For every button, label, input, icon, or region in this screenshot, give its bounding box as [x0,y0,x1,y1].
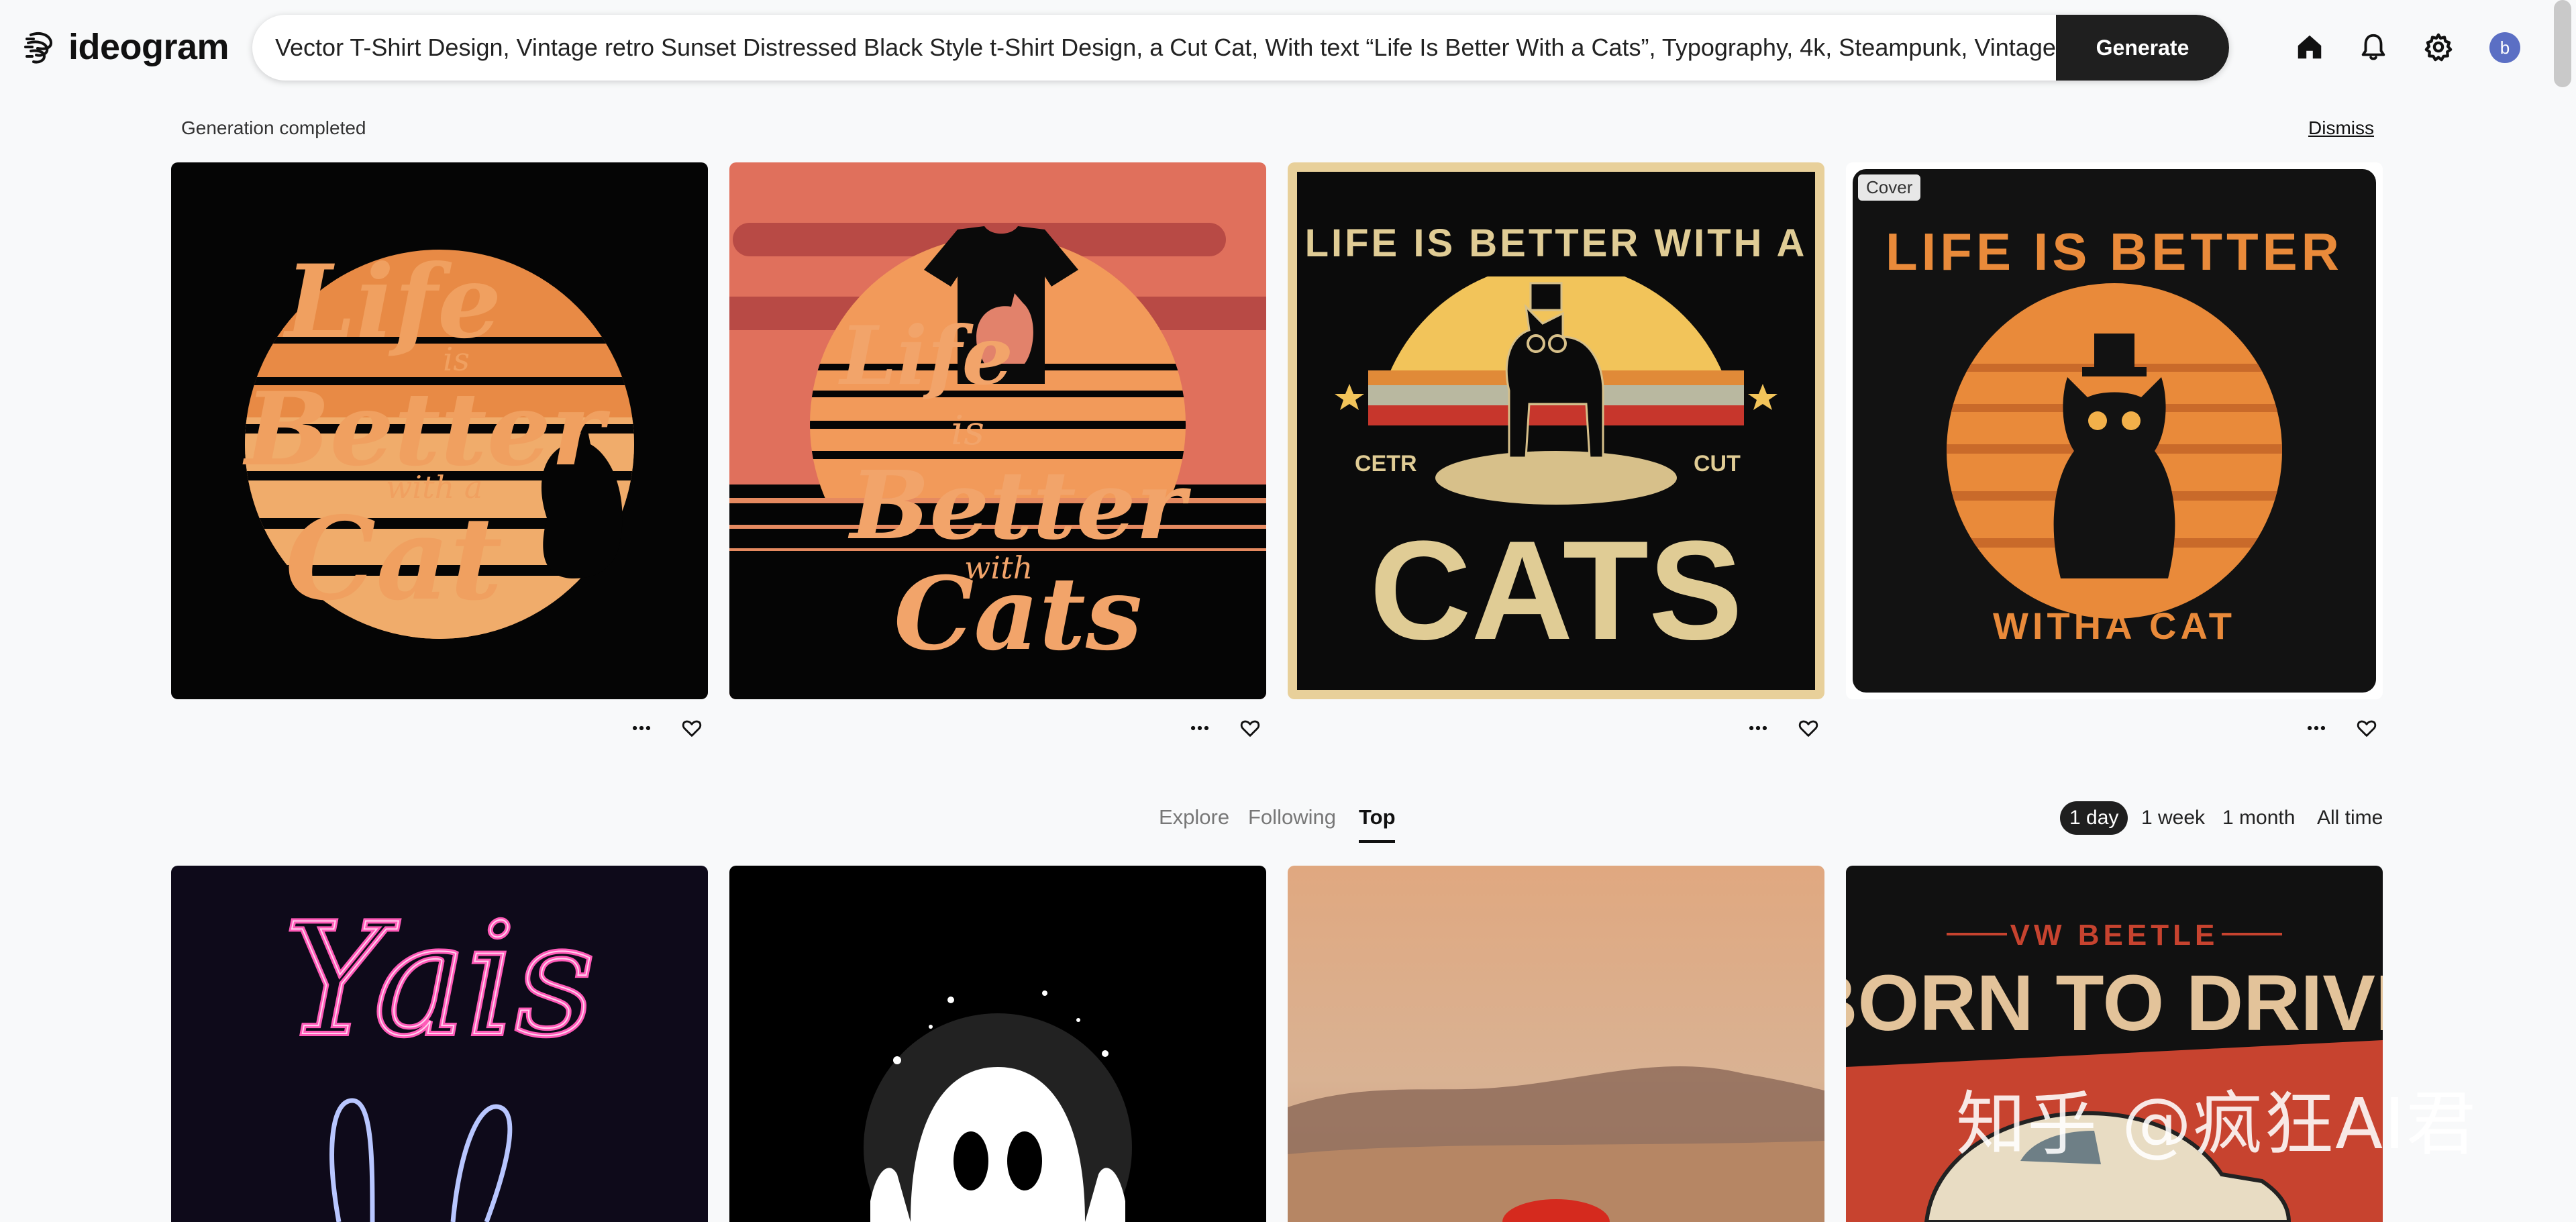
feed-item-card[interactable] [729,866,1266,1222]
more-options-button[interactable] [1186,715,1213,742]
more-dots-icon [1190,725,1209,731]
more-dots-icon [1749,725,1767,731]
bell-icon [2361,34,2385,60]
lettering-1: is [951,407,984,454]
filter-1-day[interactable]: 1 day [2060,801,2128,835]
orange-cat-circle-artwork: LIFE IS BETTER WITHA CAT [1846,162,2383,699]
lettering-1: BORN TO DRIVE [1846,959,2383,1048]
gear-icon [2424,33,2453,62]
generation-card[interactable]: Life is Better with a Cat [171,162,708,699]
lettering-0: Life [838,309,1013,403]
like-button[interactable] [1237,715,1264,742]
prompt-input[interactable]: Vector T-Shirt Design, Vintage retro Sun… [275,15,2100,81]
lettering-2: Better [847,451,1192,561]
lettering-4: Cats [894,555,1142,673]
home-icon [2298,35,2322,59]
tab-explore[interactable]: Explore [1159,805,1229,829]
feed-item-card[interactable]: VW BEETLE BORN TO DRIVE [1846,866,2383,1222]
lettering-3: CATS [1370,511,1743,669]
generation-card[interactable]: LIFE IS BETTER WITHA CAT Cover [1846,162,2383,699]
prompt-bar: Vector T-Shirt Design, Vintage retro Sun… [252,15,2229,81]
lettering-2: CUT [1694,451,1741,476]
feed-item-card[interactable]: Yais Yais [171,866,708,1222]
heart-icon [2357,720,2377,737]
home-button[interactable] [2292,30,2327,64]
like-button[interactable] [1795,715,1822,742]
more-options-button[interactable] [628,715,655,742]
filter-1-month[interactable]: 1 month [2213,801,2304,835]
heart-icon [682,720,702,737]
lettering-1: Yais [285,891,595,1070]
like-button[interactable] [678,715,705,742]
more-dots-icon [632,725,651,731]
cover-badge: Cover [1858,174,1921,201]
generate-button[interactable]: Generate [2056,15,2229,81]
more-options-button[interactable] [1745,715,1771,742]
generation-status: Generation completed [181,117,366,138]
top-header: ideogram Vector T-Shirt Design, Vintage … [0,0,2576,94]
logo-wordmark: ideogram [68,27,229,67]
tab-following[interactable]: Following [1248,805,1336,829]
lettering-1: CETR [1355,451,1417,476]
vw-beetle-poster-artwork: VW BEETLE BORN TO DRIVE [1846,866,2383,1222]
generation-card[interactable]: Life is Better with Cats [729,162,1266,699]
sunset-cat-script-artwork: Life is Better with a Cat [171,162,708,699]
scrollbar-thumb[interactable] [2554,0,2571,87]
more-dots-icon [2307,725,2326,731]
like-button[interactable] [2353,715,2380,742]
lettering-4: Cat [285,492,503,626]
steampunk-cat-artwork: LIFE IS BETTER WITH A CETR CUT CATS [1288,162,1824,699]
lettering-0: LIFE IS BETTER WITH A [1305,221,1808,265]
filter-1-week[interactable]: 1 week [2132,801,2214,835]
generation-card[interactable]: LIFE IS BETTER WITH A CETR CUT CATS [1288,162,1824,699]
ideogram-logo-icon [24,32,53,64]
dismiss-link[interactable]: Dismiss [2308,117,2374,139]
watermark: 知乎 @疯狂AI君 [1956,1083,2477,1165]
ideogram-logo[interactable]: ideogram [21,26,229,68]
settings-button[interactable] [2421,30,2456,64]
user-avatar[interactable]: b [2489,32,2520,63]
heart-icon [1240,720,1260,737]
heart-icon [1798,720,1818,737]
cat-tshirt-sunset-artwork: Life is Better with Cats [729,162,1266,699]
notifications-button[interactable] [2356,30,2391,64]
ghost-splatter-artwork [729,866,1266,1222]
tab-top[interactable]: Top [1359,805,1396,829]
filter-all-time[interactable]: All time [2308,801,2392,835]
desert-mountains-photo [1288,866,1824,1222]
neon-yais-bunny-artwork: Yais Yais [171,866,708,1222]
lettering-0: VW BEETLE [2010,919,2219,952]
lettering-0: LIFE IS BETTER [1886,222,2343,281]
more-options-button[interactable] [2303,715,2330,742]
feed-item-card[interactable] [1288,866,1824,1222]
active-tab-indicator [1359,840,1395,843]
lettering-1: WITHA CAT [1993,605,2236,647]
